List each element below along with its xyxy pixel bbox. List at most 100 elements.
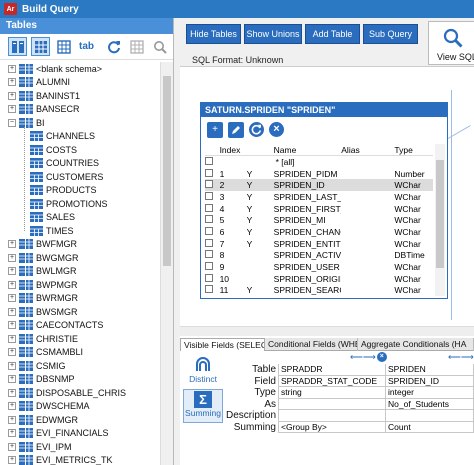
select-cell[interactable]: <Group By> — [278, 421, 386, 433]
tree-schema-item[interactable]: + EVI_IPM — [0, 440, 160, 454]
column-move-control[interactable]: ⟵⟶ × — [350, 352, 387, 362]
add-table-button[interactable]: Add Table — [305, 24, 360, 44]
field-checkbox[interactable] — [205, 203, 213, 212]
tree-schema-item[interactable]: + BWGMGR — [0, 251, 160, 265]
tree-schema-item[interactable]: + BWSMGR — [0, 305, 160, 319]
select-cell[interactable]: SPRIDEN_ID — [386, 375, 474, 387]
field-row[interactable]: 9 SPRIDEN_USER WChar — [205, 261, 433, 273]
tree-schema-item[interactable]: + BWPMGR — [0, 278, 160, 292]
field-checkbox[interactable] — [205, 238, 213, 247]
tree-schema-item[interactable]: + BWRMGR — [0, 292, 160, 306]
collapse-icon[interactable]: − — [8, 118, 16, 127]
select-cell[interactable]: No_of_Students — [386, 398, 474, 410]
tree-schema-item[interactable]: + DWSCHEMA — [0, 400, 160, 414]
expand-icon[interactable]: + — [8, 361, 16, 370]
expand-icon[interactable]: + — [8, 321, 16, 330]
expand-icon[interactable]: + — [8, 240, 16, 249]
tree-schema-item[interactable]: + BANSECR — [0, 103, 160, 117]
expand-icon[interactable]: + — [8, 334, 16, 343]
tree-schema-item[interactable]: + <blank schema> — [0, 62, 160, 76]
column-header-type[interactable]: Type — [394, 145, 433, 155]
field-checkbox[interactable] — [205, 226, 213, 235]
show-unions-button[interactable]: Show Unions — [244, 24, 302, 44]
distinct-button[interactable]: Distinct — [183, 355, 223, 389]
select-cell[interactable] — [386, 410, 474, 422]
tab-conditional-fields[interactable]: Conditional Fields (WHERE) — [265, 338, 358, 351]
tree-schema-item[interactable]: + DISPOSABLE_CHRIS — [0, 386, 160, 400]
close-circle-icon[interactable]: × — [269, 122, 284, 137]
canvas-horizontal-scrollbar[interactable] — [180, 326, 474, 336]
field-row[interactable]: 4 Y SPRIDEN_FIRST_NAME WChar — [205, 203, 433, 215]
expand-icon[interactable]: + — [8, 91, 16, 100]
expand-icon[interactable]: + — [8, 78, 16, 87]
field-checkbox[interactable] — [205, 156, 213, 165]
tree-schema-item[interactable]: + CHRISTIE — [0, 332, 160, 346]
field-checkbox[interactable] — [205, 215, 213, 224]
field-checkbox[interactable] — [205, 180, 213, 189]
field-checkbox[interactable] — [205, 168, 213, 177]
sub-query-button[interactable]: Sub Query — [363, 24, 418, 44]
tree-schema-item[interactable]: + CSMIG — [0, 359, 160, 373]
view-sql-button[interactable]: View SQL — [428, 21, 474, 65]
field-checkbox[interactable] — [205, 262, 213, 271]
field-row[interactable]: 3 Y SPRIDEN_LAST_NAME WChar — [205, 191, 433, 203]
column-header-alias[interactable]: Alias — [341, 145, 394, 155]
expand-icon[interactable]: + — [8, 307, 16, 316]
select-cell[interactable]: Count — [386, 421, 474, 433]
tree-schema-item[interactable]: + EDWMGR — [0, 413, 160, 427]
expand-icon[interactable]: + — [8, 294, 16, 303]
expand-icon[interactable]: + — [8, 105, 16, 114]
field-row[interactable]: 6 Y SPRIDEN_CHANGE_IND WChar — [205, 226, 433, 238]
hide-tables-button[interactable]: Hide Tables — [186, 24, 241, 44]
field-grid-scrollbar[interactable] — [435, 144, 445, 296]
expand-icon[interactable]: + — [8, 402, 16, 411]
select-cell[interactable]: SPRIDEN — [386, 364, 474, 376]
field-grid-scrollbar-thumb[interactable] — [436, 160, 444, 268]
field-row[interactable]: * [all] — [205, 156, 433, 168]
refresh-icon[interactable] — [249, 122, 264, 137]
table-window-spriden[interactable]: SATURN.SPRIDEN "SPRIDEN" + × Index Name … — [200, 102, 448, 299]
refresh-icon[interactable] — [104, 37, 123, 56]
expand-icon[interactable]: + — [8, 253, 16, 262]
field-checkbox[interactable] — [205, 285, 213, 294]
expand-icon[interactable]: + — [8, 348, 16, 357]
remove-column-icon[interactable]: × — [376, 352, 387, 362]
field-row[interactable]: 5 Y SPRIDEN_MI WChar — [205, 214, 433, 226]
tab-aggregate-conditionals[interactable]: Aggregate Conditionals (HA — [358, 338, 474, 351]
tree-schema-item[interactable]: + CSMAMBLI — [0, 346, 160, 360]
select-cell[interactable]: SPRADDR — [278, 364, 386, 376]
grid-view-icon[interactable] — [31, 37, 50, 56]
tree-schema-item[interactable]: + DBSNMP — [0, 373, 160, 387]
tab-icon[interactable]: tab — [77, 37, 96, 56]
tree-schema-item[interactable]: + CAECONTACTS — [0, 319, 160, 333]
field-row[interactable]: 8 SPRIDEN_ACTIVITY_DATE DBTime — [205, 250, 433, 262]
expand-icon[interactable]: + — [8, 375, 16, 384]
expand-icon[interactable]: + — [8, 442, 16, 451]
field-row[interactable]: 10 SPRIDEN_ORIGIN WChar — [205, 273, 433, 285]
tree-schema-item[interactable]: + EVI_METRICS_TK — [0, 454, 160, 465]
expand-icon[interactable]: + — [8, 388, 16, 397]
expand-icon[interactable]: + — [8, 64, 16, 73]
field-row[interactable]: 2 Y SPRIDEN_ID WChar — [205, 179, 433, 192]
expand-icon[interactable]: + — [8, 429, 16, 438]
select-cell[interactable]: integer — [386, 387, 474, 399]
search-icon[interactable] — [150, 37, 169, 56]
tree-schema-item[interactable]: + BWFMGR — [0, 238, 160, 252]
table-window-title[interactable]: SATURN.SPRIDEN "SPRIDEN" — [201, 103, 447, 117]
field-row[interactable]: 1 Y SPRIDEN_PIDM Number — [205, 168, 433, 180]
column-header-index[interactable]: Index — [218, 145, 247, 155]
expand-icon[interactable]: + — [8, 280, 16, 289]
field-row[interactable]: 11 Y SPRIDEN_SEARCH_LAST_NAME WChar — [205, 285, 433, 297]
select-cell[interactable] — [278, 398, 386, 410]
tree-schema-item[interactable]: + ALUMNI — [0, 76, 160, 90]
field-row[interactable]: 7 Y SPRIDEN_ENTITY_IND WChar — [205, 238, 433, 250]
arrow-left-right-icon[interactable]: ⟵⟶ — [350, 352, 376, 363]
field-checkbox[interactable] — [205, 273, 213, 282]
tab-visible-fields[interactable]: Visible Fields (SELECT) — [180, 338, 265, 351]
tree-schema-item[interactable]: + EVI_FINANCIALS — [0, 427, 160, 441]
expand-icon[interactable]: + — [8, 267, 16, 276]
summing-button[interactable]: Σ Summing — [183, 389, 223, 423]
tables-view-icon[interactable] — [8, 37, 27, 56]
arrow-left-right-icon[interactable]: ⟵⟶ — [448, 352, 474, 363]
select-cell[interactable] — [278, 410, 386, 422]
